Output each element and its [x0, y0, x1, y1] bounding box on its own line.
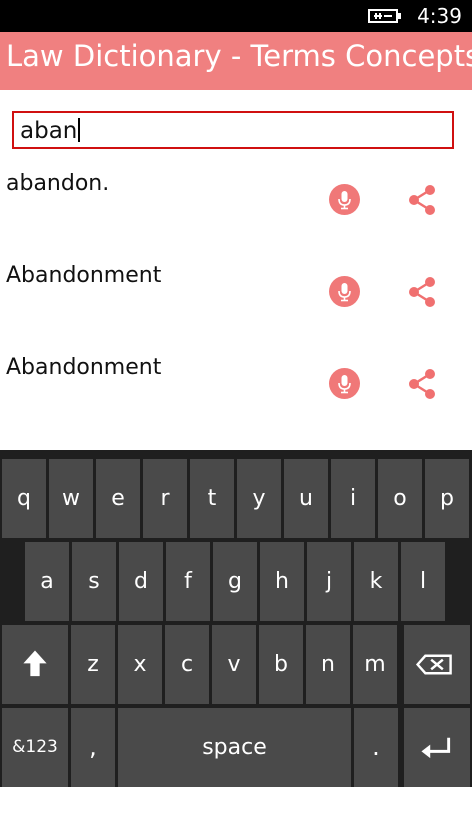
key-j[interactable]: j [307, 542, 351, 621]
search-text: aban [20, 118, 78, 144]
key-label: d [134, 569, 148, 594]
key-label: p [440, 486, 454, 511]
key-label: z [87, 652, 99, 677]
app-title: Law Dictionary - Terms Concepts [6, 39, 472, 73]
speak-button[interactable] [329, 276, 360, 307]
key-label: u [299, 486, 313, 511]
key-label: v [227, 652, 241, 677]
key-label: h [275, 569, 289, 594]
key-label: t [207, 486, 217, 511]
space-key[interactable]: space [118, 708, 351, 787]
term-label: abandon. [6, 171, 110, 196]
key-t[interactable]: t [190, 459, 234, 538]
key-l[interactable]: l [401, 542, 445, 621]
key-k[interactable]: k [354, 542, 398, 621]
key-h[interactable]: h [260, 542, 304, 621]
microphone-icon [338, 283, 351, 302]
key-label: s [88, 569, 100, 594]
numbers-key-label: &123 [12, 737, 58, 757]
backspace-icon [415, 654, 452, 675]
key-a[interactable]: a [25, 542, 69, 621]
list-item[interactable]: Abandonment [0, 349, 472, 441]
key-n[interactable]: n [306, 625, 350, 704]
comma-key-label: , [89, 733, 97, 761]
key-label: m [364, 652, 386, 677]
key-z[interactable]: z [71, 625, 115, 704]
enter-key[interactable] [404, 708, 470, 787]
key-o[interactable]: o [378, 459, 422, 538]
key-label: w [62, 486, 80, 511]
battery-charging-icon [368, 9, 401, 23]
key-p[interactable]: p [425, 459, 469, 538]
status-time: 4:39 [417, 4, 462, 28]
status-bar: 4:39 [0, 0, 472, 32]
comma-key[interactable]: , [71, 708, 115, 787]
term-label: Abandonment [6, 263, 162, 288]
search-input-value: aban [20, 116, 81, 146]
key-r[interactable]: r [143, 459, 187, 538]
key-u[interactable]: u [284, 459, 328, 538]
text-caret [78, 118, 81, 142]
key-label: a [40, 569, 54, 594]
key-b[interactable]: b [259, 625, 303, 704]
key-s[interactable]: s [72, 542, 116, 621]
share-icon[interactable] [406, 183, 438, 217]
list-item[interactable]: abandon. [0, 165, 472, 257]
share-icon[interactable] [406, 367, 438, 401]
key-label: q [17, 486, 31, 511]
space-key-label: space [202, 735, 267, 760]
speak-button[interactable] [329, 184, 360, 215]
key-label: g [228, 569, 242, 594]
speak-button[interactable] [329, 368, 360, 399]
key-v[interactable]: v [212, 625, 256, 704]
shift-key[interactable] [2, 625, 68, 704]
key-i[interactable]: i [331, 459, 375, 538]
microphone-icon [338, 375, 351, 394]
key-m[interactable]: m [353, 625, 397, 704]
key-y[interactable]: y [237, 459, 281, 538]
key-q[interactable]: q [2, 459, 46, 538]
enter-icon [421, 737, 451, 759]
period-key[interactable]: . [354, 708, 398, 787]
share-icon[interactable] [406, 275, 438, 309]
search-input[interactable]: aban [12, 111, 454, 149]
shift-arrow-icon [23, 650, 47, 677]
key-label: c [180, 652, 194, 677]
list-item[interactable]: Abandonment [0, 257, 472, 349]
key-label: i [349, 486, 357, 511]
key-e[interactable]: e [96, 459, 140, 538]
key-label: f [184, 569, 192, 594]
key-c[interactable]: c [165, 625, 209, 704]
key-label: n [321, 652, 335, 677]
numbers-key[interactable]: &123 [2, 708, 68, 787]
key-label: r [160, 486, 170, 511]
key-label: y [252, 486, 266, 511]
key-d[interactable]: d [119, 542, 163, 621]
key-label: k [369, 569, 383, 594]
key-label: b [274, 652, 288, 677]
key-label: l [419, 569, 427, 594]
key-label: e [111, 486, 125, 511]
backspace-key[interactable] [404, 625, 470, 704]
key-w[interactable]: w [49, 459, 93, 538]
key-x[interactable]: x [118, 625, 162, 704]
title-bar: Law Dictionary - Terms Concepts [0, 32, 472, 90]
microphone-icon [338, 191, 351, 210]
key-f[interactable]: f [166, 542, 210, 621]
key-label: x [133, 652, 147, 677]
key-g[interactable]: g [213, 542, 257, 621]
period-key-label: . [372, 733, 380, 761]
term-label: Abandonment [6, 355, 162, 380]
key-label: j [325, 569, 333, 594]
on-screen-keyboard: &123 , space . q w e r t y u i o p a s d f g h j k l z x c v b n… [0, 450, 472, 787]
key-label: o [393, 486, 407, 511]
